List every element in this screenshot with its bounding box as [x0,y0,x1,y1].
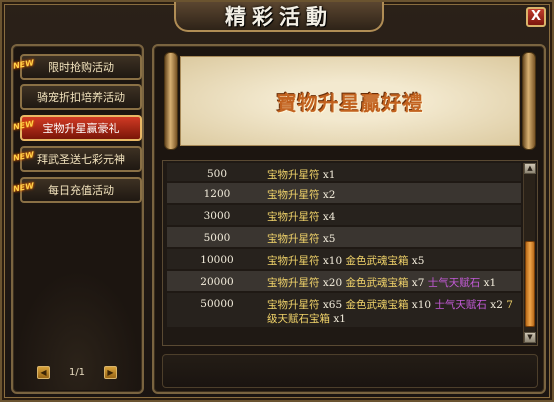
sidebar-item-label: 宝物升星赢豪礼 [42,122,120,135]
reward-items: 宝物升星符 x2 [267,183,521,202]
reward-amount: 20000 [200,276,234,288]
bottom-bar [162,354,538,388]
reward-amount: 3000 [203,210,231,222]
reward-row: 20000 宝物升星符 x20 金色武魂宝箱 x7 士气天赋石 x1 [167,271,521,291]
reward-part: 士气天赋石 [427,277,481,289]
sidebar-item-mount-discount[interactable]: 骑宠折扣培养活动 [20,84,142,110]
scroll-thumb[interactable] [525,241,535,327]
reward-items: 宝物升星符 x1 [267,163,521,182]
reward-part: 宝物升星符 [267,211,320,223]
reward-part: x10 [408,299,435,311]
reward-part: x2 [486,299,507,311]
sidebar-item-daily-recharge[interactable]: NEW 每日充值活动 [12,177,142,203]
sidebar-item-treasure-star[interactable]: NEW 宝物升星赢豪礼 [12,115,142,141]
reward-part: 金色武魂宝箱 [345,277,409,289]
reward-scrollbar[interactable]: ▲ ▼ [523,163,536,343]
activity-content: 寶物升星贏好禮 500 宝物升星符 x1 1200 宝物升星符 x2 3000 … [152,44,546,394]
reward-amount: 1200 [203,188,231,200]
prev-page-button[interactable]: ◀ [37,365,50,379]
new-badge-icon: NEW [12,58,35,71]
scroll-down-icon[interactable]: ▼ [524,332,536,343]
sidebar-item-flash-sale[interactable]: NEW 限时抢购活动 [12,54,142,80]
scroll-roll-right [522,52,536,150]
reward-part: x1 [319,169,336,181]
sidebar-item-label: 限时抢购活动 [48,61,114,74]
reward-part: 宝物升星符 [267,233,320,245]
reward-items: 宝物升星符 x10 金色武魂宝箱 x5 [267,249,521,268]
sidebar-item-label: 每日充值活动 [48,184,114,197]
sidebar-pager: ◀ 1/1 ▶ [37,364,117,380]
reward-part: x65 [319,299,346,311]
reward-items: 宝物升星符 x65 金色武魂宝箱 x10 士气天赋石 x2 7级天赋石宝箱 x1 [267,293,521,326]
next-page-button[interactable]: ▶ [104,365,117,379]
reward-part: 金色武魂宝箱 [345,255,409,267]
new-badge-icon: NEW [12,119,35,132]
banner-body: 寶物升星贏好禮 [180,56,520,146]
reward-row: 1200 宝物升星符 x2 [167,183,521,203]
reward-amount: 10000 [200,254,234,266]
reward-row: 3000 宝物升星符 x4 [167,205,521,225]
reward-part: x4 [319,211,336,223]
activity-sidebar: NEW 限时抢购活动 骑宠折扣培养活动 NEW 宝物升星赢豪礼 NEW 拜武圣送… [11,44,144,394]
reward-amount: 500 [206,168,228,180]
new-badge-icon: NEW [12,150,35,163]
reward-part: x20 [319,277,346,289]
activity-window: 精彩活動 X NEW 限时抢购活动 骑宠折扣培养活动 NEW 宝物升星赢豪礼 N… [0,0,554,402]
reward-items: 宝物升星符 x5 [267,227,521,246]
reward-part: 金色武魂宝箱 [345,299,409,311]
reward-list[interactable]: 500 宝物升星符 x1 1200 宝物升星符 x2 3000 宝物升星符 x4… [162,160,538,346]
reward-row: 50000 宝物升星符 x65 金色武魂宝箱 x10 士气天赋石 x2 7级天赋… [167,293,521,327]
window-title: 精彩活動 [225,4,333,29]
scroll-up-icon[interactable]: ▲ [524,163,536,174]
reward-items: 宝物升星符 x4 [267,205,521,224]
reward-row: 5000 宝物升星符 x5 [167,227,521,247]
reward-part: 宝物升星符 [267,169,320,181]
reward-part: 宝物升星符 [267,277,320,289]
banner-title: 寶物升星贏好禮 [276,90,424,115]
reward-part: 宝物升星符 [267,299,320,311]
reward-row: 500 宝物升星符 x1 [167,163,521,181]
banner-scroll: 寶物升星贏好禮 [164,52,536,150]
new-badge-icon: NEW [12,181,35,194]
reward-part: x5 [408,255,425,267]
reward-part: 宝物升星符 [267,255,320,267]
reward-part: x1 [480,277,497,289]
sidebar-item-war-saint[interactable]: NEW 拜武圣送七彩元神 [12,146,142,172]
sidebar-item-label: 骑宠折扣培养活动 [37,91,125,104]
reward-part: x2 [319,189,336,201]
reward-amount: 50000 [200,298,234,310]
page-indicator: 1/1 [68,366,86,378]
title-bar: 精彩活動 [174,2,384,32]
reward-part: x10 [319,255,346,267]
reward-part: 士气天赋石 [434,299,487,311]
reward-part: 宝物升星符 [267,189,320,201]
reward-amount: 5000 [203,232,231,244]
close-button[interactable]: X [526,7,546,27]
reward-part: x7 [408,277,428,289]
reward-part: x5 [319,233,336,245]
reward-items: 宝物升星符 x20 金色武魂宝箱 x7 士气天赋石 x1 [267,271,521,290]
scroll-roll-left [164,52,178,150]
sidebar-item-label: 拜武圣送七彩元神 [37,153,125,166]
reward-row: 10000 宝物升星符 x10 金色武魂宝箱 x5 [167,249,521,269]
reward-part: x1 [330,313,346,325]
